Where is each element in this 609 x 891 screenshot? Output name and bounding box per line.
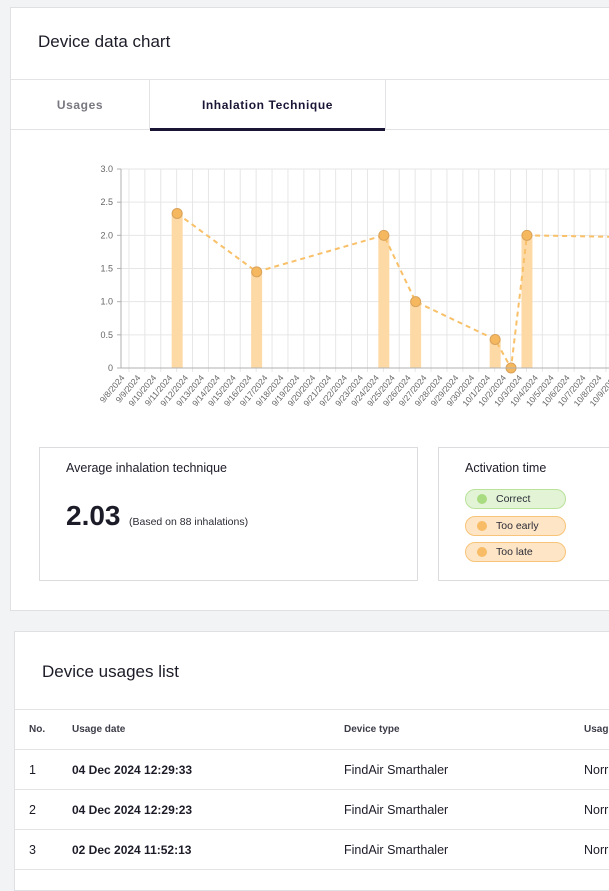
row-device-type: FindAir Smarthaler	[344, 749, 584, 790]
activation-time-box: Activation time Correct Too early Too la…	[438, 447, 609, 581]
data-point	[378, 229, 390, 241]
column-header-device-type[interactable]: Device type	[344, 709, 584, 750]
data-point	[410, 296, 422, 308]
legend-too-late: Too late	[465, 542, 566, 562]
table-row[interactable]: 2 04 Dec 2024 12:29:23 FindAir Smarthale…	[15, 789, 609, 830]
legend-correct-label: Correct	[496, 493, 531, 505]
legend-too-early: Too early	[465, 516, 566, 536]
row-usage: Norr	[584, 749, 609, 790]
data-point	[489, 333, 501, 345]
y-tick-label: 0.5	[100, 330, 113, 340]
y-tick-label: 2.0	[100, 230, 113, 240]
legend-too-late-label: Too late	[496, 546, 533, 558]
row-usage: Norr	[584, 829, 609, 870]
data-point	[251, 266, 263, 278]
activation-label: Activation time	[465, 461, 547, 475]
table-row[interactable]: 3 02 Dec 2024 11:52:13 FindAir Smarthale…	[15, 829, 609, 870]
device-usages-list-card: Device usages list No. Usage date Device…	[14, 631, 609, 891]
y-tick-label: 2.5	[100, 197, 113, 207]
row-usage: Norr	[584, 789, 609, 830]
column-header-usage[interactable]: Usag	[584, 709, 609, 750]
y-tick-label: 1.0	[100, 297, 113, 307]
legend-too-early-label: Too early	[496, 520, 539, 532]
data-point	[521, 229, 533, 241]
usages-list-title: Device usages list	[42, 662, 180, 681]
average-note: (Based on 88 inhalations)	[129, 516, 249, 528]
y-tick-label: 0	[108, 363, 113, 373]
average-inhalation-box: Average inhalation technique 2.03 (Based…	[39, 447, 418, 581]
row-device-type: FindAir Smarthaler	[344, 829, 584, 870]
too-late-dot-icon	[477, 547, 487, 557]
bar	[171, 213, 183, 368]
row-number: 2	[15, 789, 72, 830]
trend-line	[176, 212, 609, 372]
bar	[521, 235, 533, 368]
row-usage-date: 02 Dec 2024 11:52:13	[72, 829, 344, 870]
table-row[interactable]: 1 04 Dec 2024 12:29:33 FindAir Smarthale…	[15, 749, 609, 790]
legend-correct: Correct	[465, 489, 566, 509]
row-number: 1	[15, 749, 72, 790]
y-tick-label: 3.0	[100, 164, 113, 174]
average-label: Average inhalation technique	[66, 461, 228, 475]
bar	[251, 271, 263, 368]
column-header-usage-date[interactable]: Usage date	[72, 709, 344, 750]
row-usage-date: 04 Dec 2024 12:29:33	[72, 749, 344, 790]
column-header-no[interactable]: No.	[15, 709, 72, 750]
bar	[378, 235, 390, 368]
y-tick-label: 1.5	[100, 264, 113, 274]
usages-table: No. Usage date Device type Usag 1 04 Dec…	[15, 709, 609, 870]
row-device-type: FindAir Smarthaler	[344, 789, 584, 830]
correct-dot-icon	[477, 494, 487, 504]
inhalation-technique-chart: 00.51.01.52.02.53.09/8/20249/9/20249/10/…	[98, 164, 609, 408]
average-value: 2.03	[66, 500, 121, 531]
row-usage-date: 04 Dec 2024 12:29:23	[72, 789, 344, 830]
device-data-chart-card: Device data chart Usages Inhalation Tech…	[10, 7, 609, 611]
data-point	[171, 207, 183, 219]
too-early-dot-icon	[477, 521, 487, 531]
row-number: 3	[15, 829, 72, 870]
bar	[410, 301, 422, 368]
table-header-row: No. Usage date Device type Usag	[15, 709, 609, 750]
